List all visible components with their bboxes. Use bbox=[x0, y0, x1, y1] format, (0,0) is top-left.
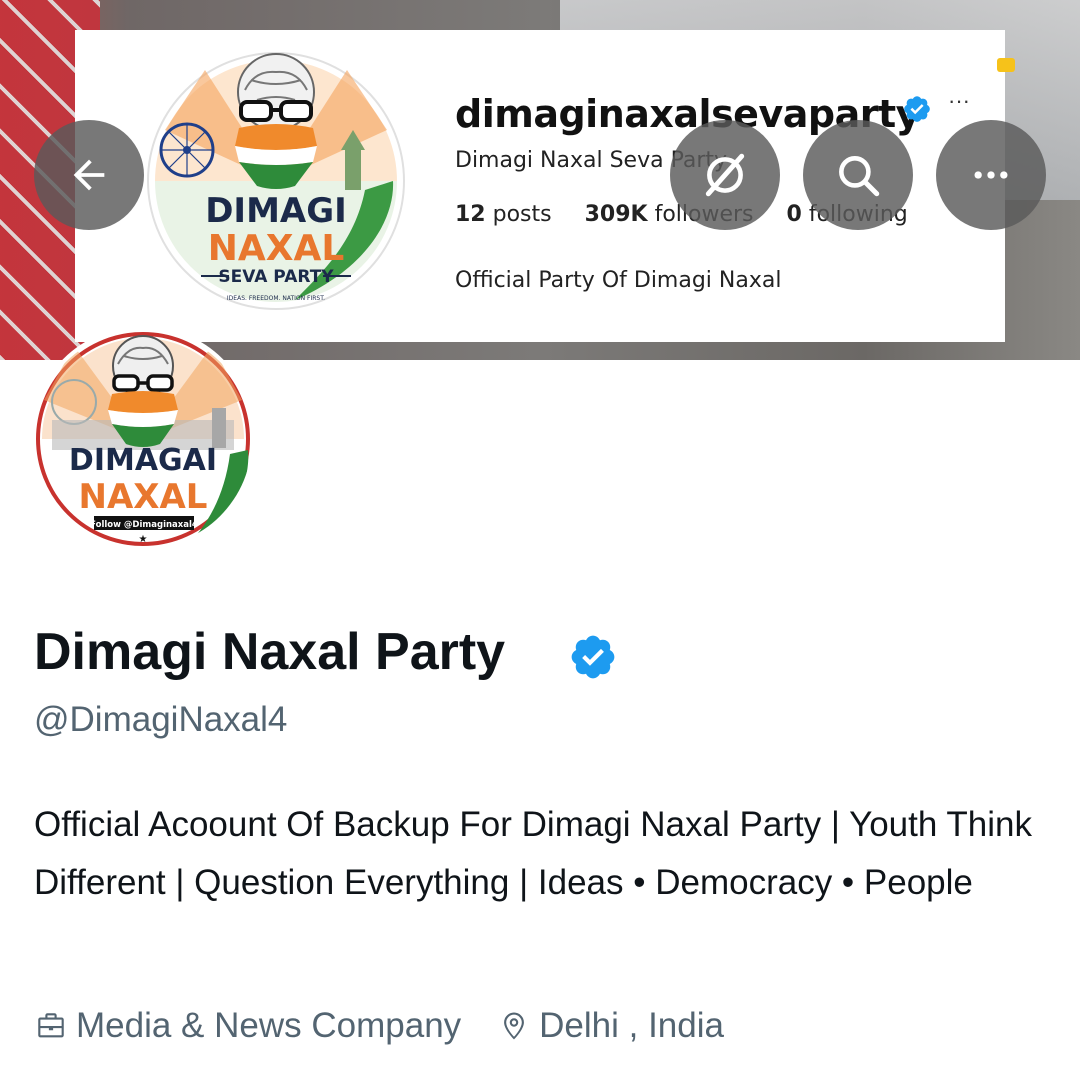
more-options-button[interactable] bbox=[936, 120, 1046, 230]
svg-text:NAXAL: NAXAL bbox=[208, 228, 345, 269]
search-icon bbox=[839, 156, 880, 197]
grok-icon bbox=[705, 153, 745, 197]
profile-avatar[interactable]: DIMAGAI NAXAL Follow @Dimaginaxal4 ★ bbox=[30, 326, 256, 552]
display-name: Dimagi Naxal Party bbox=[34, 623, 506, 681]
svg-text:NAXAL: NAXAL bbox=[79, 477, 208, 517]
profile-location: Delhi , India bbox=[497, 1006, 724, 1046]
verified-badge-icon[interactable] bbox=[568, 632, 618, 682]
location-pin-icon bbox=[504, 1012, 525, 1040]
party-logo-image: DIMAGI NAXAL SEVA PARTY IDEAS. FREEDOM. … bbox=[147, 52, 405, 310]
briefcase-icon bbox=[38, 1013, 64, 1038]
card-followers-count: 309K bbox=[584, 202, 648, 227]
banner-yellow-marker bbox=[997, 58, 1015, 72]
arrow-left-icon bbox=[73, 159, 105, 191]
profile-category: Media & News Company bbox=[34, 1006, 461, 1046]
search-button[interactable] bbox=[803, 120, 913, 230]
svg-text:SEVA PARTY: SEVA PARTY bbox=[218, 267, 334, 287]
svg-text:IDEAS. FREEDOM. NATION FIRST.: IDEAS. FREEDOM. NATION FIRST. bbox=[227, 295, 325, 302]
svg-text:Follow @Dimaginaxal4: Follow @Dimaginaxal4 bbox=[90, 520, 198, 530]
svg-text:DIMAGAI: DIMAGAI bbox=[69, 443, 217, 478]
more-horizontal-icon bbox=[974, 171, 1008, 179]
profile-bio: Official Acoount Of Backup For Dimagi Na… bbox=[34, 805, 1033, 902]
profile-banner[interactable]: DIMAGI NAXAL SEVA PARTY IDEAS. FREEDOM. … bbox=[0, 0, 1080, 360]
card-bio: Official Party Of Dimagi Naxal bbox=[455, 268, 782, 293]
grok-button[interactable] bbox=[670, 120, 780, 230]
card-following-count: 0 bbox=[786, 202, 802, 227]
profile-location-text: Delhi , India bbox=[539, 1006, 724, 1045]
profile-meta: Media & News Company Delhi , India bbox=[34, 1006, 760, 1046]
svg-text:★: ★ bbox=[139, 534, 148, 545]
card-more-icon: ··· bbox=[948, 88, 970, 113]
svg-text:DIMAGI: DIMAGI bbox=[205, 191, 347, 231]
card-posts-label: posts bbox=[492, 202, 552, 227]
profile-handle: @DimagiNaxal4 bbox=[34, 700, 288, 739]
profile-category-text: Media & News Company bbox=[76, 1006, 462, 1045]
avatar-image: DIMAGAI NAXAL Follow @Dimaginaxal4 ★ bbox=[34, 330, 252, 548]
back-button[interactable] bbox=[34, 120, 144, 230]
card-posts-count: 12 bbox=[455, 202, 486, 227]
card-verified-badge-icon bbox=[904, 96, 930, 122]
